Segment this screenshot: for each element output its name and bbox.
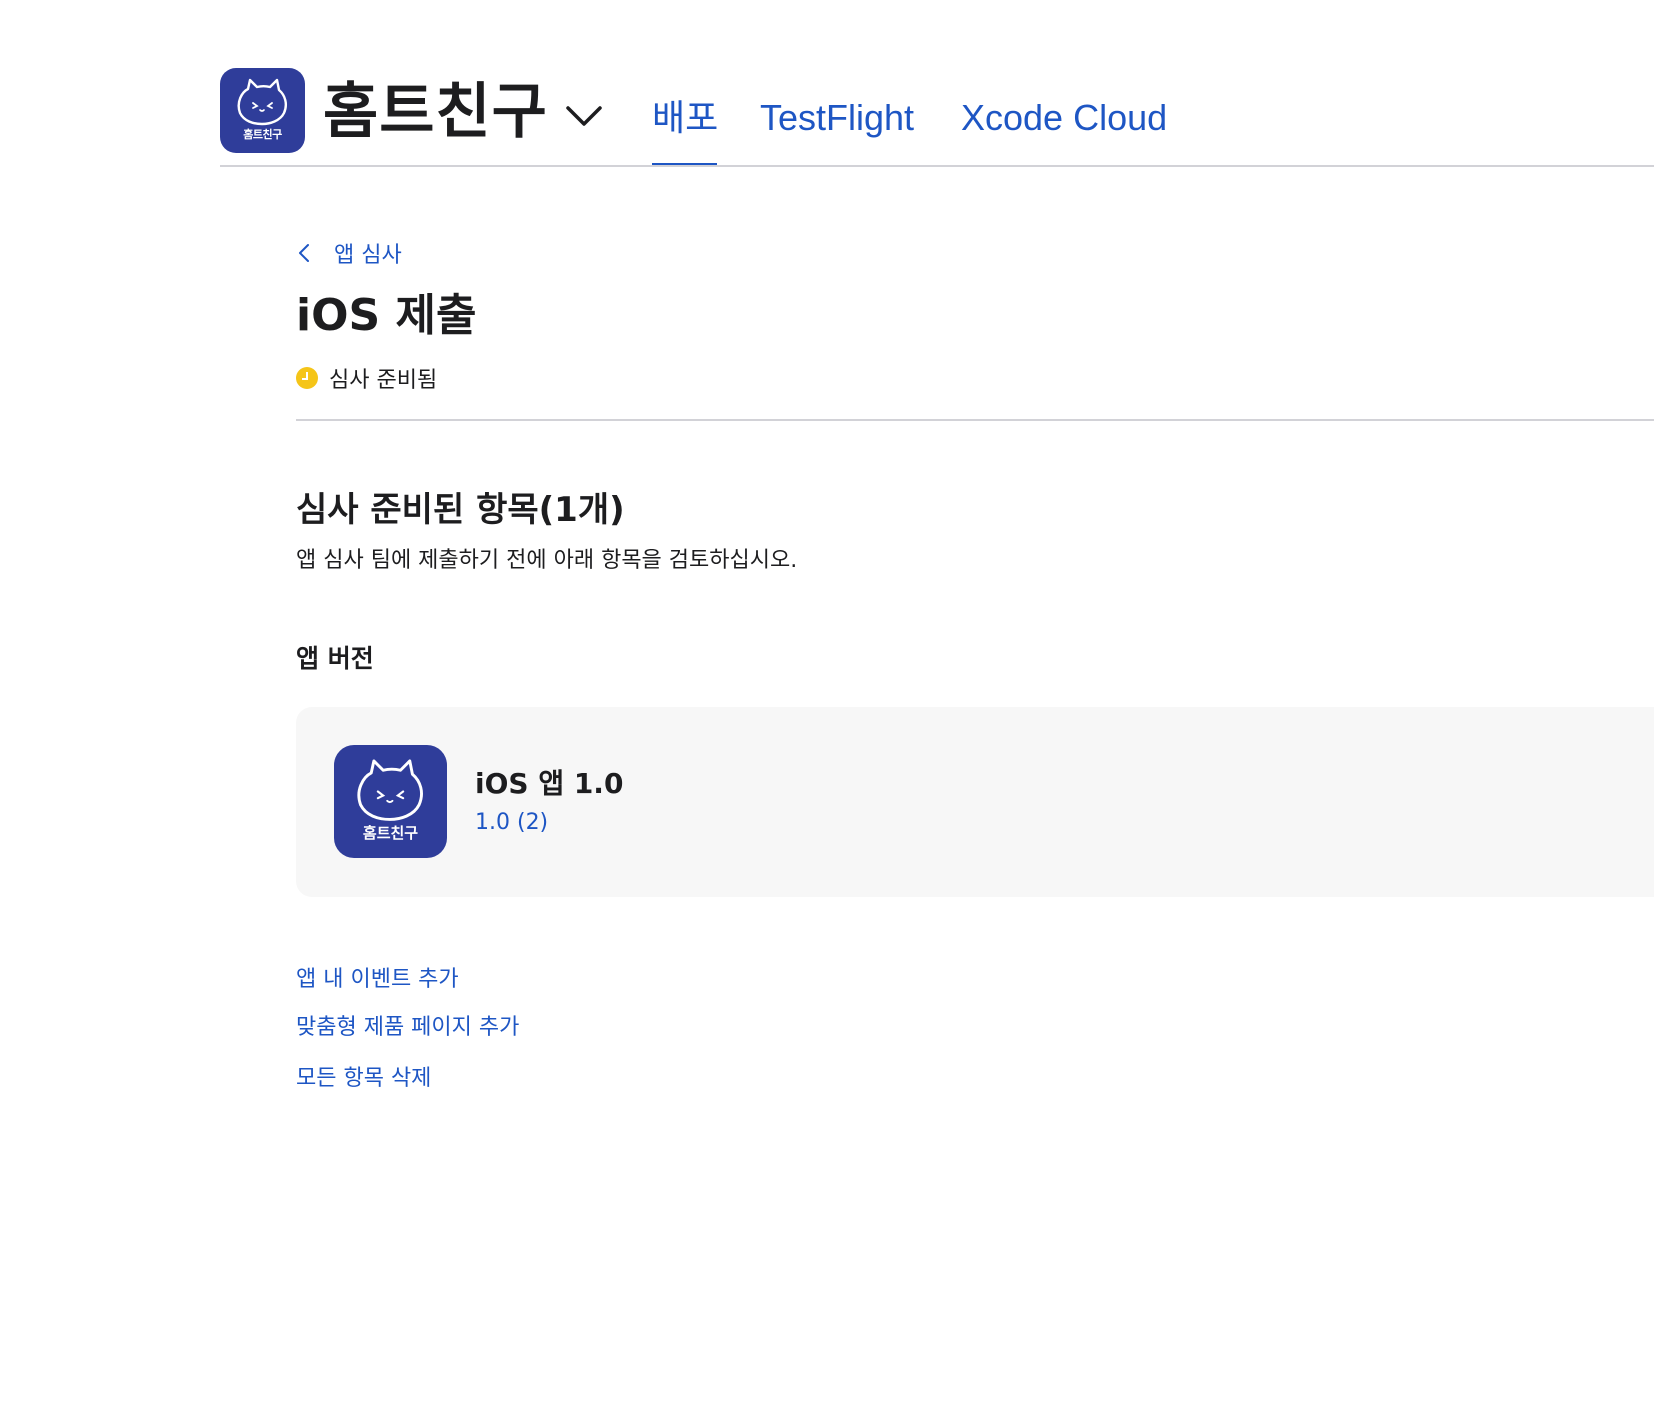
subsection-title: 앱 버전 bbox=[296, 644, 374, 673]
delete-all-items-link[interactable]: 모든 항목 삭제 bbox=[296, 1064, 431, 1094]
version-icon-label: 홈트친구 bbox=[362, 824, 419, 842]
version-app-icon: 홈트친구 bbox=[334, 745, 447, 858]
app-icon: 홈트친구 bbox=[220, 68, 305, 153]
add-custom-product-page-link[interactable]: 맞춤형 제품 페이지 추가 bbox=[296, 1013, 519, 1043]
breadcrumb-back-link[interactable]: 앱 심사 bbox=[296, 238, 402, 268]
page-title: iOS 제출 bbox=[296, 290, 477, 341]
status-label: 심사 준비됨 bbox=[329, 368, 438, 393]
app-icon-label: 홈트친구 bbox=[243, 128, 282, 141]
app-name[interactable]: 홈트친구 bbox=[323, 72, 548, 152]
chevron-down-icon[interactable] bbox=[564, 98, 604, 138]
chevron-left-icon bbox=[299, 244, 309, 262]
tab-distribution[interactable]: 배포 bbox=[652, 94, 718, 142]
clock-icon bbox=[296, 367, 318, 389]
section-title: 심사 준비된 항목(1개) bbox=[296, 490, 625, 530]
tab-testflight[interactable]: TestFlight bbox=[760, 94, 914, 142]
section-divider bbox=[296, 419, 1654, 421]
tab-xcode-cloud[interactable]: Xcode Cloud bbox=[961, 94, 1167, 142]
breadcrumb-label: 앱 심사 bbox=[334, 243, 402, 268]
header-divider bbox=[220, 165, 1654, 167]
status-badge: 심사 준비됨 bbox=[296, 362, 437, 394]
version-build[interactable]: 1.0 (2) bbox=[475, 808, 548, 838]
section-description: 앱 심사 팀에 제출하기 전에 아래 항목을 검토하십시오. bbox=[296, 548, 798, 573]
add-in-app-event-link[interactable]: 앱 내 이벤트 추가 bbox=[296, 965, 459, 995]
version-name[interactable]: iOS 앱 1.0 bbox=[475, 764, 623, 804]
